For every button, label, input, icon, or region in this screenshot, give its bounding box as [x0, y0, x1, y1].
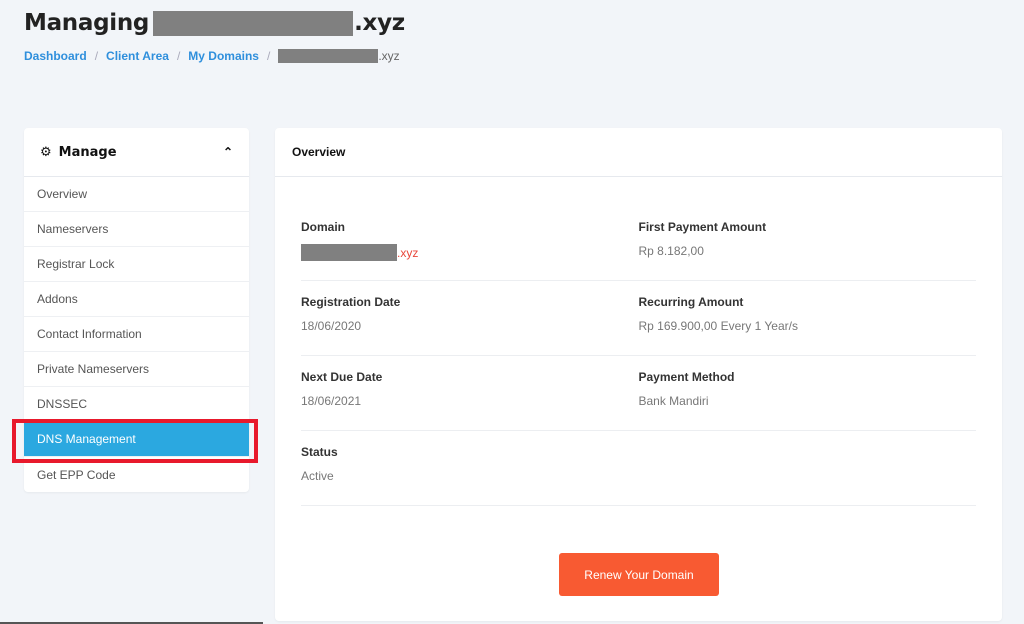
breadcrumb-separator: / [176, 49, 181, 63]
next-due-date-label: Next Due Date [301, 370, 383, 384]
details-row: Next Due Date 18/06/2021 Payment Method … [301, 356, 976, 431]
page-title: Managing .xyz [24, 10, 405, 36]
gear-icon: ⚙ [40, 144, 52, 160]
payment-method-value: Bank Mandiri [638, 394, 709, 408]
sidebar-header[interactable]: ⚙ Manage ⌃ [24, 128, 249, 177]
details-row: Registration Date 18/06/2020 Recurring A… [301, 281, 976, 356]
domain-value[interactable]: .xyz [397, 246, 418, 260]
sidebar-item-dnssec[interactable]: DNSSEC [24, 387, 249, 422]
sidebar-item-overview[interactable]: Overview [24, 177, 249, 212]
recurring-amount-label: Recurring Amount [638, 295, 744, 309]
redacted-domain-name [278, 49, 379, 63]
panel-title: Overview [275, 128, 1002, 177]
sidebar-item-dns-management[interactable]: DNS Management [24, 422, 249, 457]
breadcrumb-client-area[interactable]: Client Area [106, 49, 169, 63]
status-value: Active [301, 469, 334, 483]
details-row: Domain .xyz First Payment Amount Rp 8.18… [301, 206, 976, 281]
title-suffix: .xyz [354, 10, 405, 36]
details-row: Status Active [301, 431, 976, 506]
sidebar-title: Manage [58, 144, 117, 160]
breadcrumb-separator: / [94, 49, 99, 63]
renew-domain-button[interactable]: Renew Your Domain [559, 553, 719, 596]
domain-label: Domain [301, 220, 346, 234]
payment-method-label: Payment Method [638, 370, 735, 384]
first-payment-value: Rp 8.182,00 [638, 244, 704, 258]
breadcrumb-separator: / [266, 49, 271, 63]
overview-panel: Overview Domain .xyz First Payment Amoun… [275, 128, 1002, 621]
breadcrumb-dashboard[interactable]: Dashboard [24, 49, 87, 63]
sidebar-item-contact-information[interactable]: Contact Information [24, 317, 249, 352]
sidebar-item-registrar-lock[interactable]: Registrar Lock [24, 247, 249, 282]
breadcrumb: Dashboard / Client Area / My Domains / .… [24, 49, 400, 63]
registration-date-value: 18/06/2020 [301, 319, 362, 333]
sidebar-item-addons[interactable]: Addons [24, 282, 249, 317]
next-due-date-value: 18/06/2021 [301, 394, 362, 408]
registration-date-label: Registration Date [301, 295, 401, 309]
breadcrumb-current: .xyz [378, 49, 400, 63]
overview-details: Domain .xyz First Payment Amount Rp 8.18… [301, 206, 976, 506]
redacted-domain-name [153, 10, 354, 36]
manage-sidebar: ⚙ Manage ⌃ Overview Nameservers Registra… [24, 128, 249, 492]
chevron-up-icon[interactable]: ⌃ [223, 145, 233, 159]
breadcrumb-my-domains[interactable]: My Domains [188, 49, 259, 63]
sidebar-item-private-nameservers[interactable]: Private Nameservers [24, 352, 249, 387]
recurring-amount-value: Rp 169.900,00 Every 1 Year/s [638, 319, 798, 333]
sidebar-item-nameservers[interactable]: Nameservers [24, 212, 249, 247]
title-prefix: Managing [24, 10, 150, 36]
status-label: Status [301, 445, 338, 459]
redacted-domain-name [301, 244, 397, 261]
sidebar-item-get-epp-code[interactable]: Get EPP Code [24, 457, 249, 492]
first-payment-label: First Payment Amount [638, 220, 767, 234]
